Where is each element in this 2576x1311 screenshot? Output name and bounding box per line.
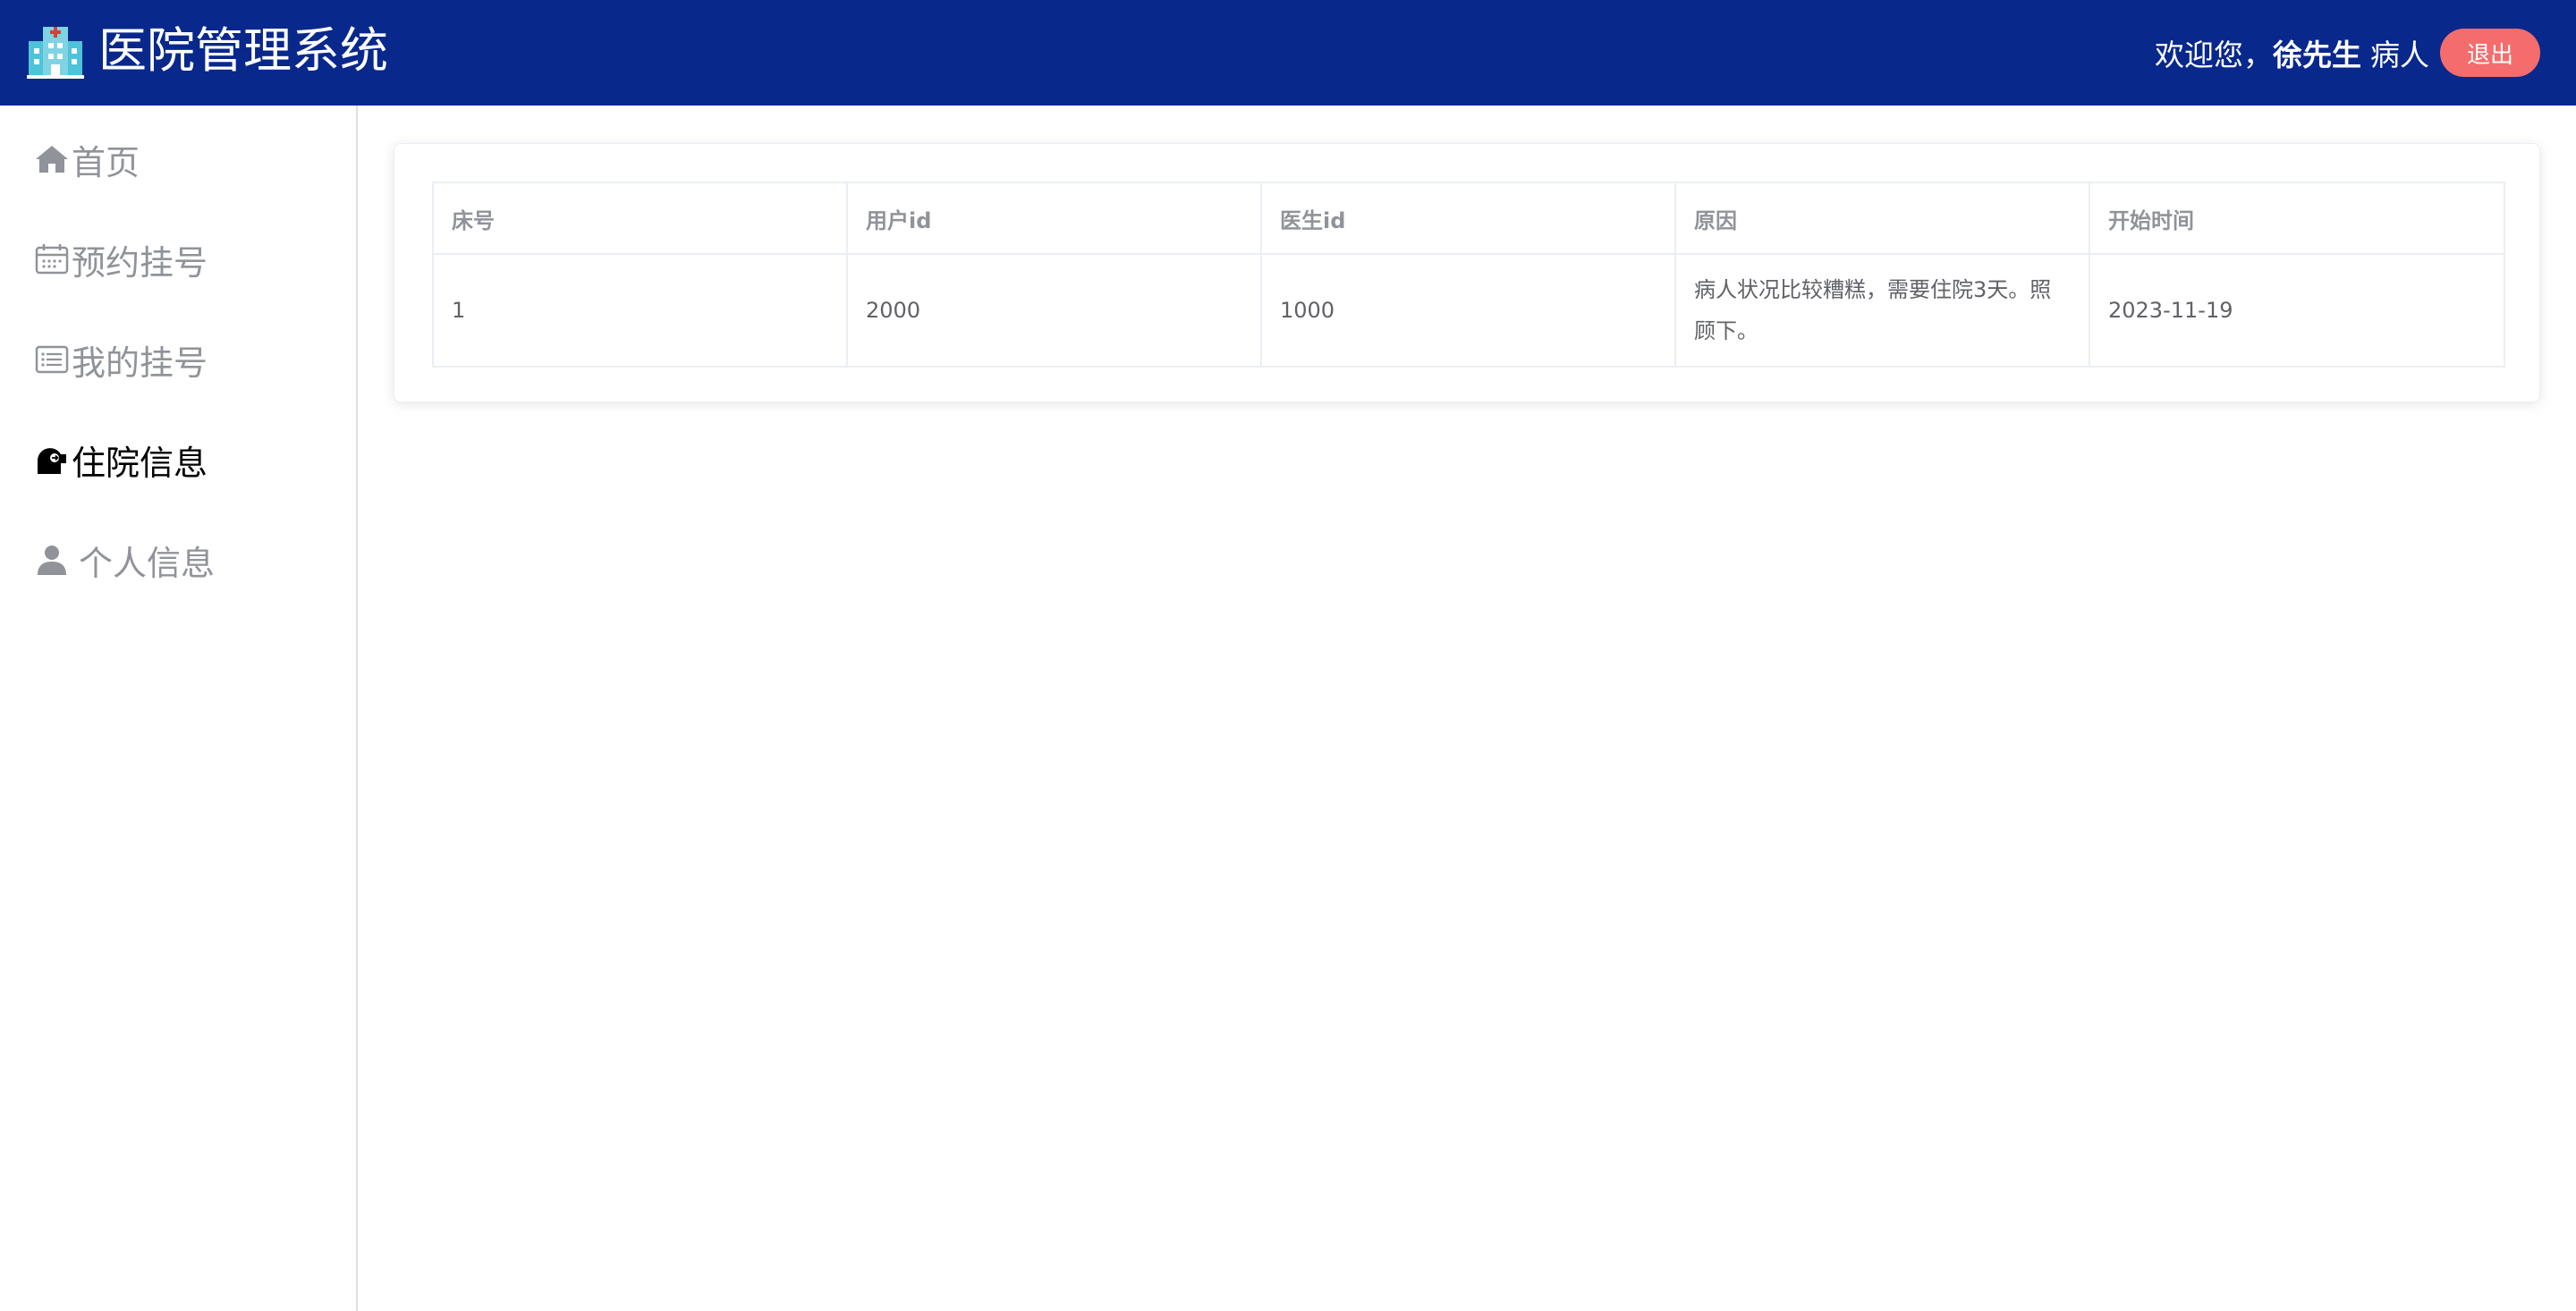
- logout-button[interactable]: 退出: [2440, 29, 2540, 77]
- user-area: 欢迎您， 徐先生 病人 退出: [2155, 27, 2540, 79]
- cell-start-time: 2023-11-19: [2089, 253, 2505, 368]
- hospitalization-card: 床号 用户id 医生id 原因 开始时间 1 2000 1000 病人状况比较糟…: [394, 143, 2540, 402]
- user-name: 徐先生: [2273, 38, 2361, 72]
- user-icon: [38, 546, 66, 575]
- cell-user-id: 2000: [846, 253, 1262, 368]
- hospitalization-icon: [38, 448, 66, 474]
- sidebar-item-label: 个人信息: [79, 543, 216, 583]
- cell-doctor-id: 1000: [1260, 253, 1676, 368]
- home-icon: [36, 146, 68, 173]
- user-role: 病人: [2370, 38, 2429, 72]
- sidebar-menu: 首页 预约挂号 我的挂号 住院信息 个人信息: [0, 106, 358, 1311]
- sidebar-item-label: 首页: [72, 142, 140, 182]
- table-row: 1 2000 1000 病人状况比较糟糕，需要住院3天。照顾下。 2023-11…: [432, 253, 2505, 368]
- column-header-user-id: 用户id: [846, 182, 1262, 255]
- column-header-doctor-id: 医生id: [1260, 182, 1676, 255]
- column-header-start-time: 开始时间: [2089, 182, 2505, 255]
- top-header: 医院管理系统 欢迎您， 徐先生 病人 退出: [0, 0, 2576, 106]
- main-content: 床号 用户id 医生id 原因 开始时间 1 2000 1000 病人状况比较糟…: [360, 106, 2576, 1311]
- sidebar-item-profile[interactable]: 个人信息: [34, 533, 215, 587]
- cell-reason: 病人状况比较糟糕，需要住院3天。照顾下。: [1674, 253, 2090, 368]
- cell-bed: 1: [432, 253, 848, 368]
- table-header-row: 床号 用户id 医生id 原因 开始时间: [432, 182, 2505, 255]
- list-icon: [35, 345, 69, 374]
- hospital-logo-icon: [27, 27, 84, 79]
- calendar-icon: [35, 244, 69, 275]
- sidebar-item-label: 我的挂号: [72, 343, 208, 383]
- sidebar-item-hospitalization[interactable]: 住院信息: [34, 433, 208, 486]
- sidebar-item-label: 住院信息: [72, 443, 208, 483]
- sidebar-item-my-appointments[interactable]: 我的挂号: [34, 333, 208, 386]
- welcome-text: 欢迎您，: [2155, 38, 2273, 72]
- sidebar-item-label: 预约挂号: [72, 242, 208, 283]
- column-header-reason: 原因: [1674, 182, 2090, 255]
- sidebar-item-home[interactable]: 首页: [34, 132, 140, 186]
- sidebar-item-appointment[interactable]: 预约挂号: [34, 233, 208, 286]
- column-header-bed: 床号: [432, 182, 848, 255]
- app-title: 医院管理系统: [98, 22, 388, 79]
- hospitalization-table: 床号 用户id 医生id 原因 开始时间 1 2000 1000 病人状况比较糟…: [432, 182, 2505, 368]
